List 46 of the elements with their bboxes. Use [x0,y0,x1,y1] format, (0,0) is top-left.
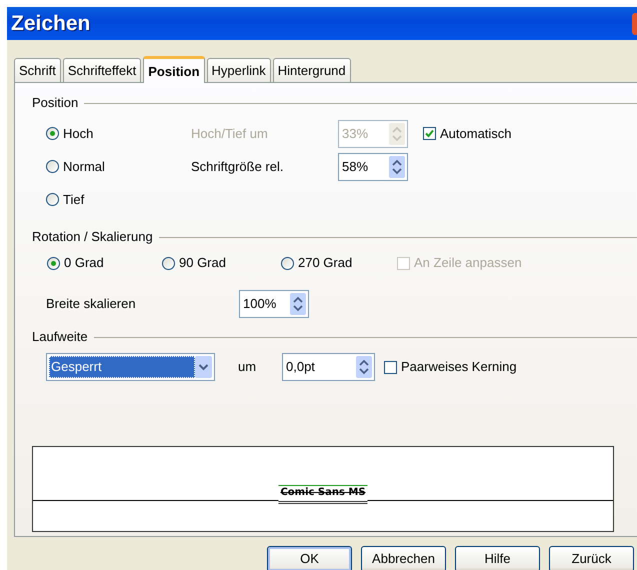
radio-option[interactable]: 0 Grad [47,253,162,273]
radio-button[interactable] [281,256,294,270]
section-title: Rotation / Skalierung [32,228,153,246]
radio-button[interactable] [162,256,175,270]
tab[interactable]: Schrifteffekt [62,58,142,82]
section-title: Position [32,94,78,112]
dropdown[interactable]: Gesperrt [46,353,215,381]
section-title: Laufweite [32,328,88,346]
field-label: um [238,358,258,376]
tab[interactable]: Hyperlink [206,58,271,82]
tab[interactable]: Hintergrund [272,58,351,82]
dialog-button[interactable]: Hilfe [455,546,540,570]
radio-button[interactable] [47,256,60,270]
tab[interactable]: Position [143,56,205,83]
spin-box[interactable]: 100% [239,290,309,318]
spin-box[interactable]: 0,0pt [282,353,375,381]
radio-option[interactable]: Tief [46,190,191,210]
dialog-button[interactable]: Zurück [549,546,634,570]
checkbox[interactable] [423,127,436,140]
checkbox[interactable] [384,360,397,374]
radio-button[interactable] [46,193,59,206]
dialog-button[interactable]: OK [267,546,352,570]
field-label: Schriftgröße rel. [191,158,284,176]
radio-option[interactable]: Normal [46,156,191,176]
radio-button[interactable] [46,160,59,173]
tab[interactable]: Schrift [14,58,61,82]
number-input[interactable]: 0,0pt [286,357,356,377]
number-input[interactable]: 100% [243,294,290,314]
spin-arrows-icon[interactable] [290,293,306,315]
spin-box[interactable]: 58% [338,152,408,180]
caret-icon[interactable] [195,356,212,378]
spin-arrows-icon[interactable] [356,356,372,378]
window-title: Zeichen [11,10,90,37]
field-label: Breite skalieren [46,295,137,314]
checkbox-option[interactable]: Paarweises Kerning [384,357,517,377]
checkbox-option[interactable]: Automatisch [423,124,512,144]
spin-arrows-icon[interactable] [389,156,405,178]
dialog-button[interactable]: Abbrechen [361,546,446,570]
preview-text: Comic Sans MS [278,485,368,504]
radio-option[interactable]: 90 Grad [162,253,281,273]
radio-option[interactable]: Hoch [46,124,191,144]
field-label: Hoch/Tief um [191,124,269,143]
dropdown-value: Gesperrt [49,356,195,378]
radio-button[interactable] [46,127,59,140]
radio-option[interactable]: 270 Grad [281,253,397,273]
number-input[interactable]: 58% [342,156,389,176]
